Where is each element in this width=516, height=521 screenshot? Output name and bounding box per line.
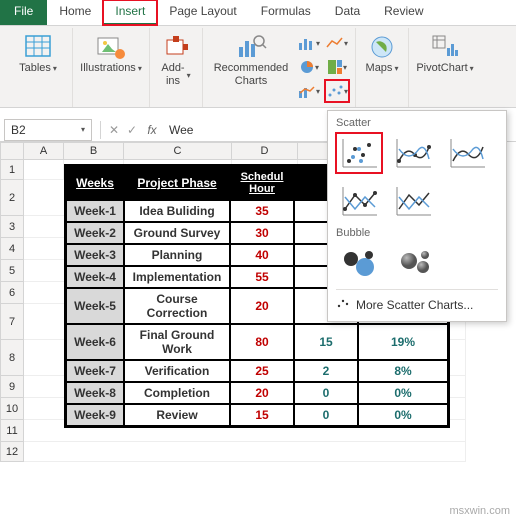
enter-formula-button[interactable]: ✓: [123, 123, 141, 137]
more-scatter-charts-link[interactable]: More Scatter Charts...: [336, 289, 498, 313]
table-row[interactable]: Week-9Review1500%: [66, 404, 448, 426]
tab-review[interactable]: Review: [372, 0, 435, 25]
col-header-D[interactable]: D: [232, 142, 298, 160]
tab-formulas[interactable]: Formulas: [249, 0, 323, 25]
illustrations-label: Illustrations: [80, 62, 136, 75]
tab-file[interactable]: File: [0, 0, 47, 25]
tables-button[interactable]: Tables▾: [10, 28, 66, 75]
row-header[interactable]: 12: [0, 442, 24, 462]
chevron-down-icon: ▾: [138, 62, 142, 75]
th-phase: Project Phase: [124, 166, 230, 200]
watermark: msxwin.com: [449, 505, 510, 517]
chart-type-grid: ▾ ▾ ▾ ▾ ▾ ▾: [297, 32, 349, 102]
scatter-option-straight-lines[interactable]: [390, 181, 436, 221]
chevron-down-icon: ▾: [187, 69, 191, 82]
line-chart-button[interactable]: ▾: [325, 32, 349, 54]
name-box-value: B2: [11, 123, 26, 137]
scatter-option-smooth-lines-markers[interactable]: [390, 133, 436, 173]
th-weeks: Weeks: [66, 166, 124, 200]
row-header[interactable]: 5: [0, 260, 24, 282]
group-pivotchart: PivotChart▾: [409, 28, 481, 107]
col-header-B[interactable]: B: [64, 142, 124, 160]
tab-insert[interactable]: Insert: [103, 0, 157, 25]
tab-home[interactable]: Home: [47, 0, 103, 25]
addins-button[interactable]: Add- ins▾: [156, 28, 196, 88]
pivotchart-button[interactable]: PivotChart▾: [415, 28, 475, 75]
scatter-option-straight-lines-markers[interactable]: [336, 181, 382, 221]
more-scatter-label: More Scatter Charts...: [356, 298, 473, 312]
scatter-chart-button[interactable]: ▾: [325, 80, 349, 102]
col-header-C[interactable]: C: [124, 142, 232, 160]
row-header[interactable]: 2: [0, 180, 24, 216]
illustrations-icon: [96, 32, 126, 62]
table-row[interactable]: Week-7Verification2528%: [66, 360, 448, 382]
chevron-down-icon[interactable]: ▾: [81, 125, 85, 134]
table-row[interactable]: Week-8Completion2000%: [66, 382, 448, 404]
combo-chart-button[interactable]: ▾: [297, 80, 321, 102]
fx-icon[interactable]: fx: [141, 123, 163, 137]
table-icon: [24, 32, 52, 62]
row-header[interactable]: 9: [0, 376, 24, 398]
name-box[interactable]: B2 ▾: [4, 119, 92, 141]
recommended-charts-button[interactable]: Recommended Charts: [209, 28, 293, 88]
tables-label: Tables: [19, 62, 51, 75]
addins-label: Add- ins: [161, 62, 184, 88]
scatter-mini-icon: [336, 296, 350, 313]
tab-pagelayout[interactable]: Page Layout: [157, 0, 248, 25]
row-header[interactable]: 1: [0, 160, 24, 180]
group-maps: Maps▾: [356, 28, 409, 107]
pivotchart-label: PivotChart: [416, 62, 467, 75]
ribbon: Tables▾ Illustrations▾ A: [0, 26, 516, 108]
group-illustrations: Illustrations▾: [73, 28, 150, 107]
th-sched: SchedulHour: [230, 166, 294, 200]
ribbon-tabs: File Home Insert Page Layout Formulas Da…: [0, 0, 516, 26]
scatter-option-markers[interactable]: [336, 133, 382, 173]
row-header[interactable]: 8: [0, 340, 24, 376]
illustrations-button[interactable]: Illustrations▾: [79, 28, 143, 75]
scatter-option-smooth-lines[interactable]: [444, 133, 490, 173]
maps-icon: [368, 32, 396, 62]
group-charts: Recommended Charts ▾ ▾ ▾ ▾ ▾ ▾: [203, 28, 356, 107]
row-header[interactable]: 4: [0, 238, 24, 260]
chevron-down-icon: ▾: [53, 62, 57, 75]
row-header[interactable]: 6: [0, 282, 24, 304]
group-addins: Add- ins▾: [150, 28, 203, 107]
pivotchart-icon: [431, 32, 459, 62]
row-header[interactable]: 3: [0, 216, 24, 238]
select-all-corner[interactable]: [0, 142, 24, 160]
maps-button[interactable]: Maps▾: [362, 28, 402, 75]
table-row[interactable]: Week-6Final Ground Work801519%: [66, 324, 448, 360]
addins-icon: [163, 32, 189, 62]
row-header[interactable]: 11: [0, 420, 24, 442]
scatter-section-label: Scatter: [336, 117, 498, 129]
row-header[interactable]: 7: [0, 304, 24, 340]
bubble-section-label: Bubble: [336, 227, 498, 239]
col-header-A[interactable]: A: [24, 142, 64, 160]
chevron-down-icon: ▾: [394, 62, 398, 75]
recommended-charts-label: Recommended Charts: [214, 62, 289, 88]
bubble-option-3d[interactable]: [392, 243, 438, 283]
treemap-button[interactable]: ▾: [325, 56, 349, 78]
recommended-charts-icon: [235, 32, 267, 62]
tab-data[interactable]: Data: [323, 0, 372, 25]
scatter-dropdown-popup: Scatter Bubble: [327, 110, 507, 322]
pie-chart-button[interactable]: ▾: [297, 56, 321, 78]
maps-label: Maps: [366, 62, 393, 75]
chevron-down-icon: ▾: [470, 62, 474, 75]
group-tables: Tables▾: [4, 28, 73, 107]
column-chart-button[interactable]: ▾: [297, 32, 321, 54]
row-header[interactable]: 10: [0, 398, 24, 420]
cancel-formula-button[interactable]: ✕: [105, 123, 123, 137]
bubble-option-2d[interactable]: [336, 243, 382, 283]
